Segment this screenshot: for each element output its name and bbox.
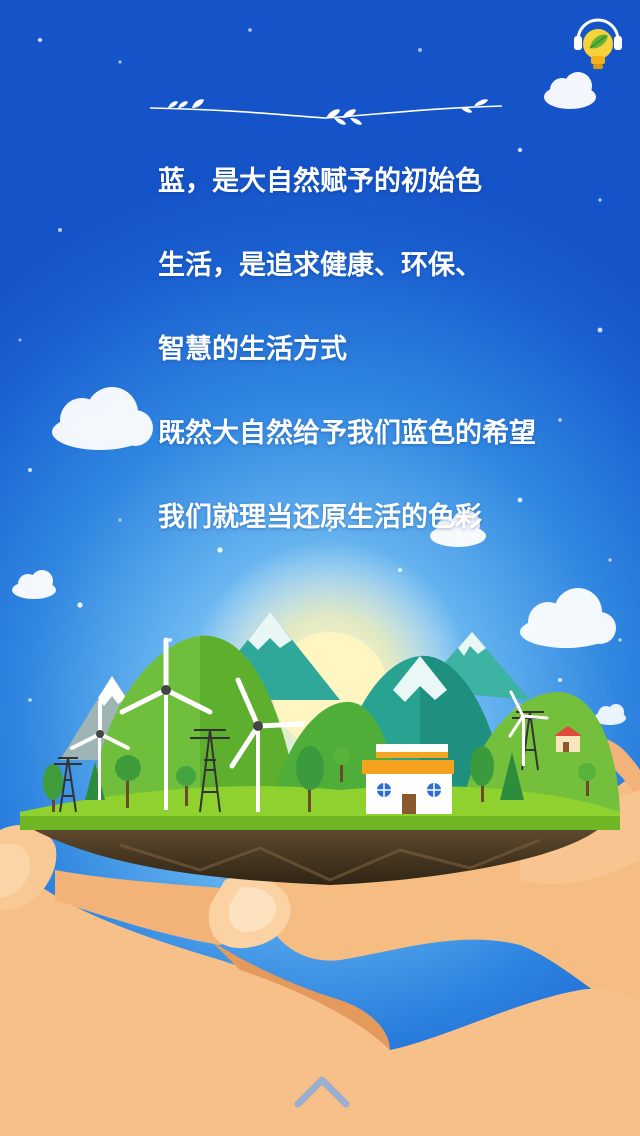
music-toggle-button[interactable] <box>572 14 624 74</box>
poem-line-4: 既然大自然给予我们蓝色的希望 <box>158 418 536 449</box>
poem-text-block: 蓝，是大自然赋予的初始色 生活，是追求健康、环保、 智慧的生活方式 既然大自然给… <box>158 140 628 560</box>
next-page-button[interactable] <box>292 1068 352 1112</box>
poem-line-1: 蓝，是大自然赋予的初始色 <box>158 166 482 197</box>
lightbulb-music-icon <box>574 18 622 69</box>
poem-line-2: 生活，是追求健康、环保、 <box>158 250 482 281</box>
decorative-divider <box>149 99 503 125</box>
chevron-up-icon <box>294 1076 350 1108</box>
poem-line-5: 我们就理当还原生活的色彩 <box>158 502 482 533</box>
poem-line-3: 智慧的生活方式 <box>158 334 347 365</box>
